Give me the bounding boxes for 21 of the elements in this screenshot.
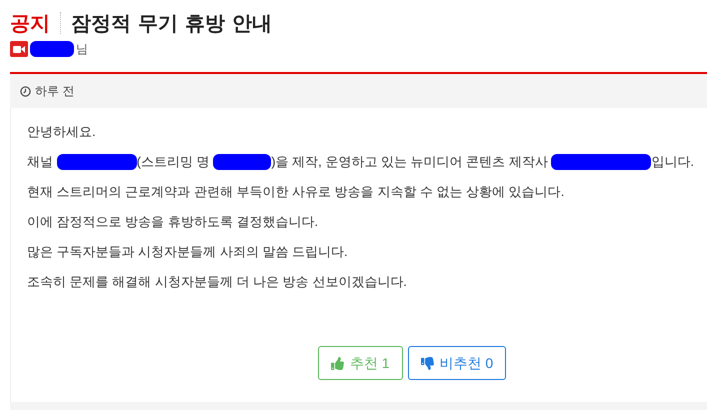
thumbs-up-icon [330,356,344,370]
recommend-button[interactable]: 추천 1 [318,346,402,380]
category-label: 공지 [10,10,50,37]
body-text: (스트리밍 명 [136,152,211,171]
body-text: 입니다. [651,152,694,171]
body-text: 안녕하세요. [27,122,96,141]
author-suffix: 님 [76,41,88,58]
video-camera-icon [10,41,28,57]
body-text: 조속히 문제를 해결해 시청자분들께 더 나은 방송 선보이겠습니다. [27,272,407,291]
thumbs-down-icon [420,356,434,370]
post-time: 하루 전 [35,83,74,100]
redaction-mark [30,41,74,57]
body-text: 많은 구독자분들과 시청자분들께 사죄의 말씀 드립니다. [27,242,348,261]
redaction-mark [213,154,272,170]
body-text: )을 제작, 운영하고 있는 뉴미디어 콘텐츠 제작사 [271,152,549,171]
body-text: 채널 [27,152,54,171]
clock-icon [20,86,31,96]
body-text: 이에 잠정적으로 방송을 휴방하도록 결정했습니다. [27,212,318,231]
post-title: 잠정적 무기 휴방 안내 [71,10,272,37]
not-recommend-button[interactable]: 비추천 0 [408,346,506,380]
body-text: 현재 스트리머의 근로계약과 관련해 부득이한 사유로 방송을 지속할 수 없는 상황에 있습니다. [27,182,564,201]
